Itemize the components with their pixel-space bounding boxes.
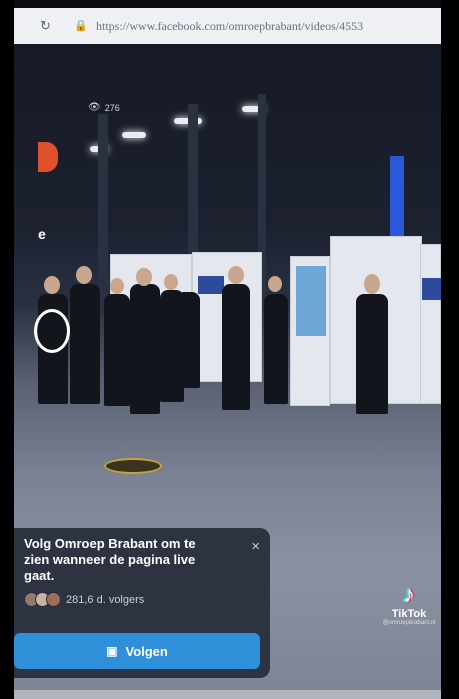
person-head	[364, 274, 380, 294]
standing-person	[176, 292, 200, 388]
floor-marker	[104, 458, 162, 474]
standing-person	[222, 284, 250, 410]
ceiling-light	[122, 132, 146, 138]
standing-person	[264, 294, 288, 404]
person-head	[136, 268, 152, 286]
bottom-strip	[14, 690, 441, 699]
standing-person	[104, 294, 130, 406]
follower-count: 281,6 d. volgers	[66, 593, 145, 606]
standing-person	[130, 284, 160, 414]
booth-sign	[422, 278, 441, 300]
reload-icon[interactable]: ↻	[40, 19, 54, 33]
follow-message: Volg Omroep Brabant om te zien wanneer d…	[24, 536, 196, 583]
person-head	[164, 274, 178, 290]
tiktok-brand: TikTok	[391, 608, 427, 620]
close-icon[interactable]: ×	[251, 538, 260, 555]
avatar	[46, 592, 61, 607]
person-head	[228, 266, 244, 284]
hall-pillar	[98, 114, 108, 314]
follow-page-icon: ▣	[106, 644, 118, 658]
follow-button-label: Volgen	[125, 643, 168, 659]
live-badge	[38, 142, 58, 172]
video-frame: ↻ 🔒 https://www.facebook.com/omroepbraba…	[14, 0, 441, 699]
booth-sign	[198, 276, 224, 294]
follower-info: 281,6 d. volgers	[24, 592, 258, 607]
follower-avatars	[24, 592, 61, 607]
person-head	[110, 278, 124, 294]
person-head	[76, 266, 92, 284]
view-counter: 👁 276	[88, 102, 120, 113]
eye-icon: 👁	[88, 102, 101, 113]
browser-address-bar[interactable]: ↻ 🔒 https://www.facebook.com/omroepbraba…	[14, 8, 441, 44]
follow-button[interactable]: ▣ Volgen	[14, 633, 260, 669]
blue-banner	[390, 156, 404, 242]
view-count: 276	[104, 102, 120, 113]
partial-label: e	[38, 226, 46, 242]
lock-icon: 🔒	[74, 20, 88, 32]
booth-sign	[296, 266, 326, 336]
standing-person	[70, 284, 100, 404]
highlight-circle	[34, 309, 70, 353]
tiktok-handle: @omroepbrabant.nl	[382, 620, 436, 626]
tiktok-icon: ♪	[403, 581, 415, 608]
address-url[interactable]: https://www.facebook.com/omroepbrabant/v…	[96, 19, 363, 34]
standing-person	[356, 294, 388, 414]
vaccination-booth	[420, 244, 441, 404]
person-head	[44, 276, 60, 294]
tiktok-watermark: ♪ TikTok @omroepbrabant.nl	[378, 581, 440, 627]
person-head	[268, 276, 282, 292]
follow-popup: Volg Omroep Brabant om te zien wanneer d…	[14, 528, 270, 678]
